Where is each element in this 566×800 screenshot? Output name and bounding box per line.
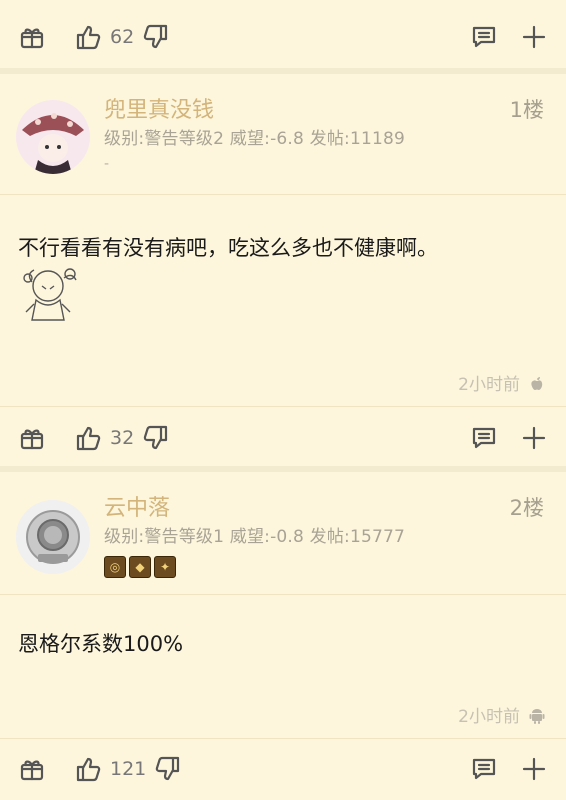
reply-icon[interactable] (470, 23, 498, 51)
like-count: 62 (110, 26, 135, 48)
user-signature: - (104, 156, 110, 172)
divider (0, 194, 566, 195)
gift-icon[interactable] (18, 424, 46, 452)
time-text: 2小时前 (458, 707, 520, 727)
like-count: 121 (110, 758, 147, 780)
divider (0, 594, 566, 595)
user-meta: 级别:警告等级1 威望:-0.8 发帖:15777 (104, 527, 406, 547)
apple-icon (528, 374, 546, 392)
post-time: 2小时前 (458, 702, 546, 727)
gift-icon[interactable] (18, 755, 46, 783)
user-badges: ◎ ◆ ✦ (104, 556, 176, 578)
post-floor-2: 云中落 2楼 级别:警告等级1 威望:-0.8 发帖:15777 ◎ ◆ ✦ 恩… (0, 472, 566, 800)
thumbs-up-icon[interactable] (74, 755, 102, 783)
action-bar: 121 (0, 738, 566, 800)
thumbs-down-icon[interactable] (142, 23, 170, 51)
floor-number: 1楼 (509, 98, 544, 122)
plus-icon[interactable] (520, 23, 548, 51)
thumbs-up-icon[interactable] (74, 23, 102, 51)
avatar[interactable] (16, 100, 90, 174)
like-count: 32 (110, 427, 135, 449)
badge-icon: ◆ (129, 556, 151, 578)
thumbs-down-icon[interactable] (142, 424, 170, 452)
android-icon (528, 706, 546, 724)
thumbs-down-icon[interactable] (154, 755, 182, 783)
user-meta: 级别:警告等级2 威望:-6.8 发帖:11189 (104, 129, 406, 149)
action-bar-top: 62 (0, 6, 566, 68)
badge-icon: ✦ (154, 556, 176, 578)
badge-icon: ◎ (104, 556, 126, 578)
post-floor-1: 兜里真没钱 1楼 级别:警告等级2 威望:-6.8 发帖:11189 - 不行看… (0, 74, 566, 466)
gift-icon[interactable] (18, 23, 46, 51)
avatar[interactable] (16, 500, 90, 574)
action-bar: 32 (0, 407, 566, 469)
thumbs-up-icon[interactable] (74, 424, 102, 452)
reply-icon[interactable] (470, 755, 498, 783)
time-text: 2小时前 (458, 375, 520, 395)
username[interactable]: 云中落 (104, 490, 170, 522)
floor-number: 2楼 (509, 496, 544, 520)
plus-icon[interactable] (520, 755, 548, 783)
post-content: 恩格尔系数100% (18, 632, 184, 656)
sticker-image (18, 264, 84, 324)
username[interactable]: 兜里真没钱 (104, 92, 214, 124)
plus-icon[interactable] (520, 424, 548, 452)
reply-icon[interactable] (470, 424, 498, 452)
post-time: 2小时前 (458, 370, 546, 395)
post-content: 不行看看有没有病吧，吃这么多也不健康啊。 (18, 236, 438, 260)
